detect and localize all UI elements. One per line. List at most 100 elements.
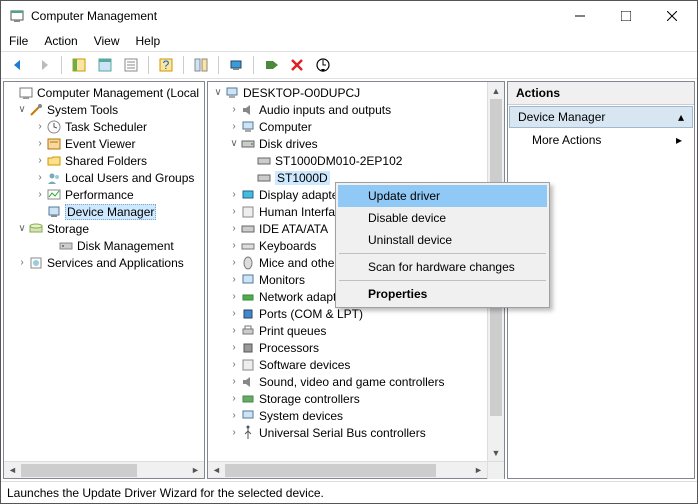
svg-text:?: ? <box>163 58 170 72</box>
actions-more[interactable]: More Actions ▸ <box>508 129 694 151</box>
expand-icon[interactable]: › <box>228 376 240 387</box>
collapse-icon[interactable]: ∨ <box>228 138 240 149</box>
cat-software[interactable]: ›Software devices <box>208 356 487 373</box>
ctx-disable-device[interactable]: Disable device <box>338 207 547 229</box>
tree-disk-management[interactable]: Disk Management <box>4 237 204 254</box>
tree-shared-folders[interactable]: ›Shared Folders <box>4 152 204 169</box>
actions-section[interactable]: Device Manager ▴ <box>509 106 693 128</box>
cat-audio[interactable]: ›Audio inputs and outputs <box>208 101 487 118</box>
ctx-scan-hardware[interactable]: Scan for hardware changes <box>338 256 547 278</box>
show-hide-tree-button[interactable] <box>68 54 90 76</box>
main-area: Computer Management (Local ∨System Tools… <box>1 79 697 481</box>
expand-icon[interactable]: › <box>228 291 240 302</box>
expand-icon[interactable]: › <box>228 308 240 319</box>
device-root[interactable]: ∨DESKTOP-O0DUPCJ <box>208 84 487 101</box>
cat-storage-ctrl[interactable]: ›Storage controllers <box>208 390 487 407</box>
expand-icon[interactable]: › <box>228 359 240 370</box>
tree-storage[interactable]: ∨Storage <box>4 220 204 237</box>
collapse-icon[interactable]: ∨ <box>16 104 28 115</box>
scroll-up-button[interactable]: ▲ <box>488 82 504 99</box>
collapse-icon[interactable]: ∨ <box>212 87 224 98</box>
ctx-uninstall-device[interactable]: Uninstall device <box>338 229 547 251</box>
submenu-icon: ▸ <box>676 133 682 147</box>
scroll-left-button[interactable]: ◄ <box>4 462 21 479</box>
view-button[interactable] <box>190 54 212 76</box>
close-button[interactable] <box>649 1 695 31</box>
tree-local-users[interactable]: ›Local Users and Groups <box>4 169 204 186</box>
expand-icon[interactable]: › <box>228 325 240 336</box>
disk-item-1[interactable]: ST1000DM010-2EP102 <box>208 152 487 169</box>
scan-hardware-button[interactable] <box>312 54 334 76</box>
cat-system[interactable]: ›System devices <box>208 407 487 424</box>
scroll-right-button[interactable]: ► <box>470 462 487 479</box>
expand-icon[interactable]: › <box>34 172 46 183</box>
forward-button[interactable] <box>33 54 55 76</box>
expand-icon[interactable]: › <box>228 240 240 251</box>
tree-system-tools[interactable]: ∨System Tools <box>4 101 204 118</box>
cat-computer[interactable]: ›Computer <box>208 118 487 135</box>
ctx-properties[interactable]: Properties <box>338 283 547 305</box>
menu-help[interactable]: Help <box>136 34 161 48</box>
ctx-update-driver[interactable]: Update driver <box>338 185 547 207</box>
horizontal-scrollbar[interactable]: ◄ ► <box>208 461 504 478</box>
collapse-icon[interactable]: ∨ <box>16 223 28 234</box>
status-bar: Launches the Update Driver Wizard for th… <box>1 481 697 503</box>
properties-button[interactable] <box>94 54 116 76</box>
window-title: Computer Management <box>31 9 557 23</box>
ports-icon <box>240 306 256 322</box>
expand-icon[interactable]: › <box>228 427 240 438</box>
expand-icon[interactable]: › <box>228 104 240 115</box>
disk-icon <box>256 153 272 169</box>
expand-icon[interactable]: › <box>228 121 240 132</box>
tree-event-viewer[interactable]: ›Event Viewer <box>4 135 204 152</box>
context-menu: Update driver Disable device Uninstall d… <box>335 182 550 308</box>
expand-icon[interactable]: › <box>34 121 46 132</box>
tree-services-apps[interactable]: ›Services and Applications <box>4 254 204 271</box>
expand-icon[interactable]: › <box>228 274 240 285</box>
cat-print[interactable]: ›Print queues <box>208 322 487 339</box>
expand-icon[interactable]: › <box>34 155 46 166</box>
expand-icon[interactable]: › <box>228 342 240 353</box>
delete-button[interactable] <box>286 54 308 76</box>
expand-icon[interactable]: › <box>228 223 240 234</box>
console-tree[interactable]: Computer Management (Local ∨System Tools… <box>4 82 204 461</box>
cat-usb[interactable]: ›Universal Serial Bus controllers <box>208 424 487 441</box>
horizontal-scrollbar[interactable]: ◄ ► <box>4 461 204 478</box>
event-icon <box>46 136 62 152</box>
expand-icon[interactable]: › <box>228 393 240 404</box>
expand-icon[interactable]: › <box>228 257 240 268</box>
tree-device-manager[interactable]: Device Manager <box>4 203 204 220</box>
expand-icon[interactable]: › <box>34 138 46 149</box>
maximize-button[interactable] <box>603 1 649 31</box>
tree-task-scheduler[interactable]: ›Task Scheduler <box>4 118 204 135</box>
cat-disk-drives[interactable]: ∨Disk drives <box>208 135 487 152</box>
menu-view[interactable]: View <box>94 34 120 48</box>
expand-icon[interactable]: › <box>34 189 46 200</box>
export-list-button[interactable] <box>120 54 142 76</box>
collapse-icon: ▴ <box>678 110 684 124</box>
scroll-right-button[interactable]: ► <box>187 462 204 479</box>
minimize-button[interactable] <box>557 1 603 31</box>
menu-action[interactable]: Action <box>44 34 77 48</box>
scroll-left-button[interactable]: ◄ <box>208 462 225 479</box>
cat-sound[interactable]: ›Sound, video and game controllers <box>208 373 487 390</box>
expand-icon[interactable]: › <box>228 410 240 421</box>
disk-mgmt-icon <box>58 238 74 254</box>
back-button[interactable] <box>7 54 29 76</box>
actions-header: Actions <box>508 82 694 105</box>
enable-button[interactable] <box>260 54 282 76</box>
scroll-down-button[interactable]: ▼ <box>488 444 504 461</box>
expand-icon[interactable]: › <box>16 257 28 268</box>
tree-performance[interactable]: ›Performance <box>4 186 204 203</box>
system-icon <box>240 408 256 424</box>
expand-icon[interactable]: › <box>228 206 240 217</box>
expand-icon[interactable]: › <box>228 189 240 200</box>
cat-processors[interactable]: ›Processors <box>208 339 487 356</box>
folder-icon <box>46 153 62 169</box>
tree-root[interactable]: Computer Management (Local <box>4 84 204 101</box>
help-button[interactable]: ? <box>155 54 177 76</box>
console-tree-pane: Computer Management (Local ∨System Tools… <box>3 81 205 479</box>
update-driver-button[interactable] <box>225 54 247 76</box>
clock-icon <box>46 119 62 135</box>
menu-file[interactable]: File <box>9 34 28 48</box>
